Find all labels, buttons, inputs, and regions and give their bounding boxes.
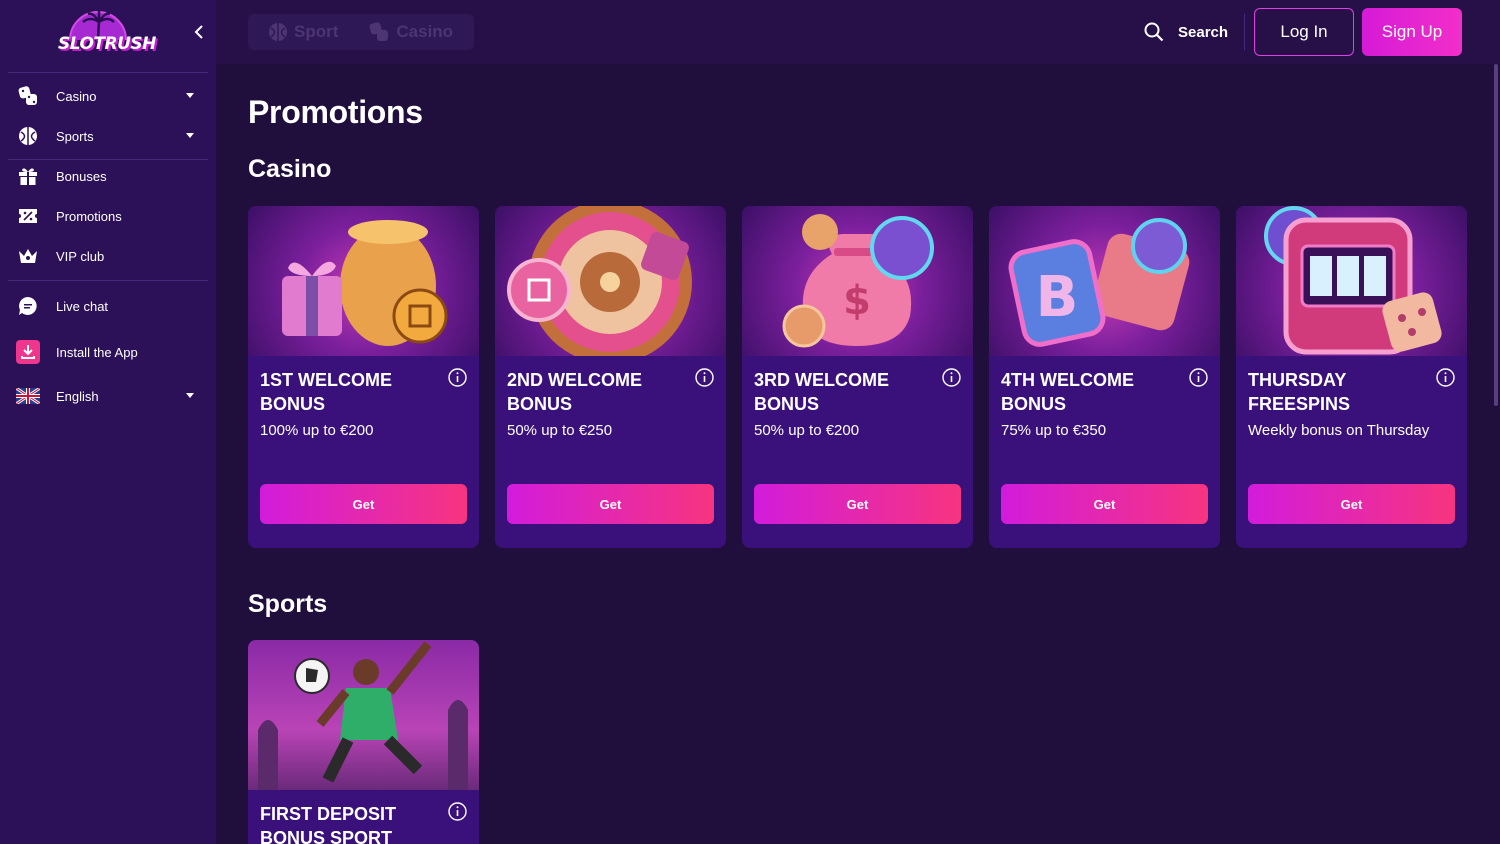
promo-card: First Deposit Bonus Sport — [248, 640, 479, 844]
promo-title: 2nd Welcome Bonus — [507, 370, 642, 414]
promo-image-bitcoin-wallet: B — [989, 206, 1220, 356]
login-button[interactable]: Log In — [1254, 8, 1354, 56]
sidebar-item-sports[interactable]: Sports — [8, 118, 208, 154]
chat-icon — [16, 294, 40, 318]
sidebar-divider — [8, 280, 208, 281]
info-icon[interactable] — [695, 368, 714, 387]
promo-subtitle: Weekly bonus on Thursday — [1248, 422, 1430, 439]
svg-text:B: B — [1036, 265, 1079, 330]
info-icon[interactable] — [1436, 368, 1455, 387]
promo-subtitle: 50% up to €200 — [754, 422, 860, 439]
product-tabs: Sport Casino — [248, 14, 474, 50]
promo-image-roulette — [495, 206, 726, 356]
brand-name: SLOTRUSH — [58, 34, 156, 54]
download-icon — [16, 340, 40, 364]
crown-icon — [16, 244, 40, 268]
sidebar-item-label: Casino — [56, 88, 97, 104]
promo-card: Thursday Freespins Weekly bonus on Thurs… — [1236, 206, 1467, 548]
search-label: Search — [1178, 23, 1229, 41]
info-icon[interactable] — [1189, 368, 1208, 387]
sidebar-item-bonuses[interactable]: Bonuses — [8, 158, 208, 194]
search-button[interactable]: Search — [1144, 18, 1228, 46]
promo-title: 1st Welcome Bonus — [260, 370, 393, 414]
promo-title: 4th Welcome Bonus — [1001, 370, 1134, 414]
info-icon[interactable] — [942, 368, 961, 387]
dice-icon — [369, 22, 389, 41]
get-bonus-button[interactable]: Get — [507, 484, 714, 524]
promo-card: 2nd Welcome Bonus 50% up to €250 Get — [495, 206, 726, 548]
get-bonus-button[interactable]: Get — [754, 484, 961, 524]
search-icon — [1144, 22, 1164, 42]
ball-icon — [16, 124, 40, 148]
sidebar-item-vip-club[interactable]: VIP club — [8, 238, 208, 274]
caret-down-icon — [186, 93, 194, 98]
sidebar-item-label: Live chat — [56, 298, 109, 314]
sidebar-item-label: Promotions — [56, 208, 122, 224]
sidebar-divider — [8, 72, 208, 73]
get-bonus-button[interactable]: Get — [1248, 484, 1455, 524]
tab-label: Sport — [294, 22, 339, 41]
page-title: Promotions — [248, 94, 423, 130]
sidebar-item-label: Bonuses — [56, 168, 107, 184]
uk-flag-icon — [16, 384, 40, 408]
tab-label: Casino — [396, 22, 454, 41]
caret-down-icon — [186, 393, 194, 398]
promo-subtitle: 50% up to €250 — [507, 422, 613, 439]
sidebar-item-label: VIP club — [56, 248, 105, 264]
svg-text:$: $ — [843, 278, 871, 324]
sidebar-item-live-chat[interactable]: Live chat — [8, 288, 208, 324]
section-title-sports: Sports — [248, 590, 328, 618]
page-scrollbar[interactable] — [1494, 64, 1498, 406]
ball-icon — [269, 23, 287, 41]
brand-logo[interactable]: SLOTRUSH — [58, 8, 156, 58]
promo-subtitle: 75% up to €350 — [1001, 422, 1107, 439]
promo-title: 3rd Welcome Bonus — [754, 370, 889, 414]
sidebar-item-promotions[interactable]: Promotions — [8, 198, 208, 234]
language-label: English — [56, 388, 99, 404]
gift-icon — [16, 164, 40, 188]
sidebar-item-install-app[interactable]: Install the App — [8, 334, 208, 370]
promo-image-coins-gift — [248, 206, 479, 356]
promo-title: Thursday Freespins — [1248, 370, 1351, 414]
chevron-left-icon — [194, 25, 203, 39]
signup-button[interactable]: Sign Up — [1362, 8, 1462, 56]
sidebar-item-label: Install the App — [56, 344, 138, 360]
language-selector[interactable]: English — [8, 378, 208, 414]
caret-down-icon — [186, 133, 194, 138]
get-bonus-button[interactable]: Get — [1001, 484, 1208, 524]
promo-subtitle: 100% up to €200 — [260, 422, 374, 439]
tab-casino[interactable]: Casino — [348, 14, 463, 50]
tab-sport[interactable]: Sport — [248, 14, 348, 50]
info-icon[interactable] — [448, 368, 467, 387]
promo-image-football-player — [248, 640, 479, 790]
promo-image-money-bag: $ — [742, 206, 973, 356]
ticket-icon — [16, 204, 40, 228]
promo-card: $ 3rd Welcome Bonus 50% up to €200 Get — [742, 206, 973, 548]
promo-card: B 4th Welcome Bonus 75% up to €350 Get — [989, 206, 1220, 548]
get-bonus-button[interactable]: Get — [260, 484, 467, 524]
sidebar-item-casino[interactable]: Casino — [8, 78, 208, 114]
promo-card: 1st Welcome Bonus 100% up to €200 Get — [248, 206, 479, 548]
section-title-casino: Casino — [248, 155, 332, 183]
info-icon[interactable] — [448, 802, 467, 821]
sidebar: SLOTRUSH Casino Sports Bonuses Promotion… — [0, 0, 216, 844]
top-header: Sport Casino Search Log In Sign Up — [216, 0, 1500, 64]
header-divider — [1244, 14, 1245, 50]
promo-title: First Deposit Bonus Sport — [260, 804, 397, 844]
sidebar-item-label: Sports — [56, 128, 94, 144]
collapse-sidebar-button[interactable] — [188, 20, 210, 44]
promo-image-slot-machine — [1236, 206, 1467, 356]
dice-icon — [16, 84, 40, 108]
